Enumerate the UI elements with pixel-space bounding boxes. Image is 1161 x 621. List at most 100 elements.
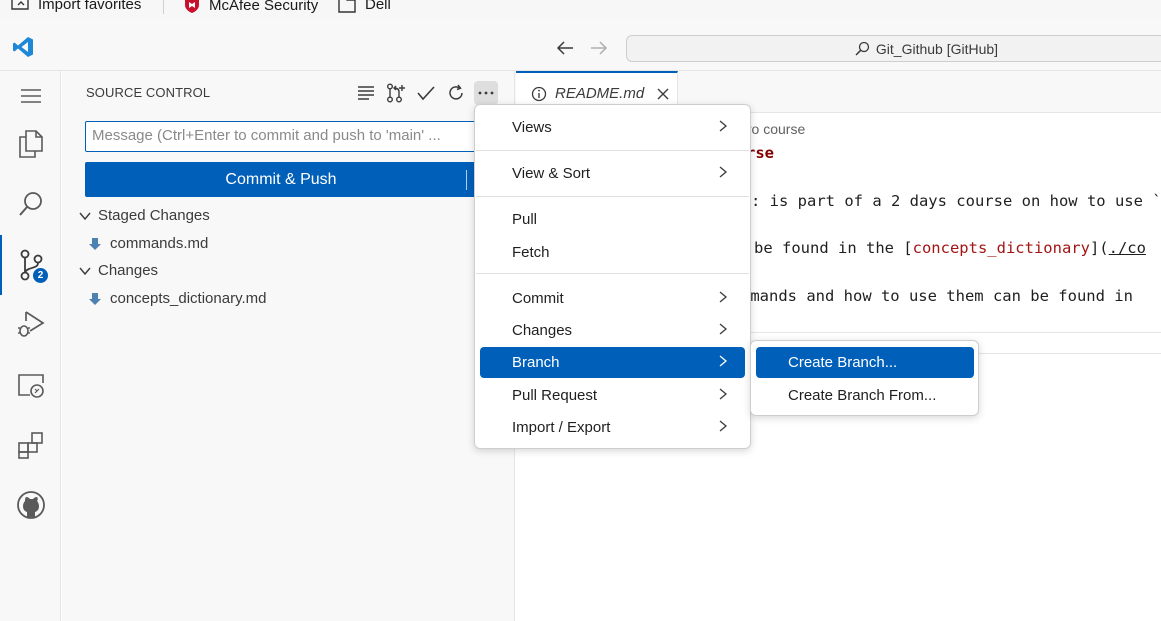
breadcrumb: tro course: [743, 121, 806, 137]
github-icon: [16, 491, 45, 519]
branch-submenu: Create Branch... Create Branch From...: [750, 340, 979, 416]
menu-item-label: Branch: [512, 354, 560, 371]
chevron-right-icon: [719, 388, 728, 400]
list-item[interactable]: commands.md: [88, 235, 208, 252]
favorite-import-label: Import favorites: [38, 0, 142, 13]
markdown-file-icon: [89, 237, 101, 250]
menu-item-label: Views: [512, 119, 552, 136]
staged-changes-group[interactable]: Staged Changes: [78, 207, 210, 224]
menu-item-label: Commit: [512, 290, 564, 307]
source-control-panel: SOURCE CONTROL Message (Ctrl+Enter to co…: [62, 71, 515, 621]
create-pull-request-button[interactable]: [384, 81, 408, 105]
run-debug-button[interactable]: [0, 299, 61, 349]
vscode-logo-icon: [13, 37, 33, 57]
command-center-label: Git_Github [GitHub]: [875, 40, 999, 57]
ellipsis-icon: [478, 91, 494, 95]
menu-item-label: Fetch: [512, 244, 550, 261]
chevron-right-icon: [719, 166, 728, 178]
command-center[interactable]: Git_Github [GitHub]: [626, 35, 1161, 62]
extensions-icon: [17, 432, 43, 459]
commit-checkmark-button[interactable]: [414, 81, 438, 105]
staged-file-name: commands.md: [110, 235, 209, 252]
info-icon: [531, 86, 547, 101]
hamburger-icon: [20, 89, 41, 103]
menu-item-commit[interactable]: Commit: [480, 283, 745, 314]
markdown-file-icon: [89, 292, 101, 305]
search-icon: [855, 41, 870, 56]
markdown-link-url: ./co: [1108, 239, 1146, 257]
menu-item-pull-request[interactable]: Pull Request: [480, 380, 745, 411]
menu-item-pull[interactable]: Pull: [480, 204, 745, 235]
menu-item-view-sort[interactable]: View & Sort: [480, 158, 745, 189]
folder-icon: [338, 0, 356, 13]
refresh-icon: [449, 84, 463, 100]
magnifier-icon: [18, 192, 42, 216]
commit-message-input[interactable]: Message (Ctrl+Enter to commit and push t…: [85, 121, 477, 152]
commit-and-push-button[interactable]: Commit & Push: [85, 162, 477, 197]
changes-group[interactable]: Changes: [78, 262, 158, 279]
favorites-divider: [163, 0, 164, 14]
menu-separator: [476, 150, 749, 151]
favorites-bar: Import favorites McAfee Security Dell: [0, 0, 1161, 18]
panel-title: SOURCE CONTROL: [86, 85, 211, 100]
tab-readme-label: README.md: [555, 85, 645, 102]
extensions-button[interactable]: [0, 420, 61, 470]
explorer-button[interactable]: [0, 119, 61, 169]
pull-request-icon: [387, 83, 405, 103]
remote-explorer-button[interactable]: [0, 360, 61, 410]
menu-item-changes[interactable]: Changes: [480, 315, 745, 346]
close-icon[interactable]: [656, 87, 670, 101]
commit-button-divider: [466, 170, 467, 190]
menu-item-label: Create Branch From...: [788, 387, 937, 404]
run-debug-icon: [17, 311, 45, 337]
menu-item-label: Import / Export: [512, 419, 611, 436]
scm-more-actions-menu: Views View & Sort Pull Fetch Commit Chan…: [474, 104, 751, 449]
check-icon: [417, 86, 435, 101]
title-bar: Git_Github [GitHub]: [0, 18, 1161, 71]
github-button[interactable]: [0, 480, 61, 530]
favorite-dell-label: Dell: [365, 0, 391, 13]
menu-item-create-branch[interactable]: Create Branch...: [756, 347, 974, 378]
chevron-down-icon: [79, 267, 91, 275]
menu-item-views[interactable]: Views: [480, 112, 745, 143]
favorite-mcafee-label: McAfee Security: [209, 0, 319, 14]
back-arrow-icon[interactable]: [555, 39, 575, 57]
mcafee-shield-icon: [185, 0, 199, 13]
source-control-button[interactable]: 2: [0, 235, 61, 295]
search-view-button[interactable]: [0, 179, 61, 229]
menu-item-fetch[interactable]: Fetch: [480, 237, 745, 268]
activity-bar: 2: [0, 71, 61, 621]
changes-label: Changes: [98, 262, 159, 279]
menu-separator: [476, 196, 749, 197]
menu-item-import-export[interactable]: Import / Export: [480, 412, 745, 443]
staged-changes-label: Staged Changes: [98, 207, 210, 224]
code-text: ](: [1089, 239, 1109, 257]
view-as-tree-button[interactable]: [354, 81, 378, 105]
files-icon: [18, 130, 43, 158]
chevron-right-icon: [719, 420, 728, 432]
chevron-right-icon: [719, 323, 728, 335]
chevron-right-icon: [719, 291, 728, 303]
menu-separator: [476, 273, 749, 274]
chevron-right-icon: [719, 355, 728, 367]
more-actions-button[interactable]: [474, 81, 498, 105]
code-line: be found in the [concepts_dictionary](./…: [754, 239, 1146, 257]
favorite-import[interactable]: Import favorites: [10, 0, 141, 13]
list-item[interactable]: concepts_dictionary.md: [88, 290, 266, 307]
favorite-dell[interactable]: Dell: [337, 0, 391, 13]
favorite-mcafee[interactable]: McAfee Security: [183, 0, 318, 14]
changed-file-name: concepts_dictionary.md: [110, 290, 267, 307]
menu-item-create-branch-from[interactable]: Create Branch From...: [756, 380, 974, 411]
refresh-button[interactable]: [444, 81, 468, 105]
menu-item-label: Pull: [512, 211, 538, 228]
menu-button[interactable]: [0, 71, 61, 121]
import-icon: [11, 0, 29, 10]
chevron-right-icon: [719, 120, 728, 132]
forward-arrow-icon[interactable]: [589, 39, 609, 57]
markdown-link-text: concepts_dictionary: [912, 239, 1090, 257]
menu-item-branch[interactable]: Branch: [480, 347, 745, 378]
chevron-down-icon: [79, 212, 91, 220]
code-line: : is part of a 2 days course on how to u…: [751, 192, 1161, 210]
menu-item-label: Pull Request: [512, 387, 598, 404]
code-text: be found in the [: [754, 239, 913, 257]
